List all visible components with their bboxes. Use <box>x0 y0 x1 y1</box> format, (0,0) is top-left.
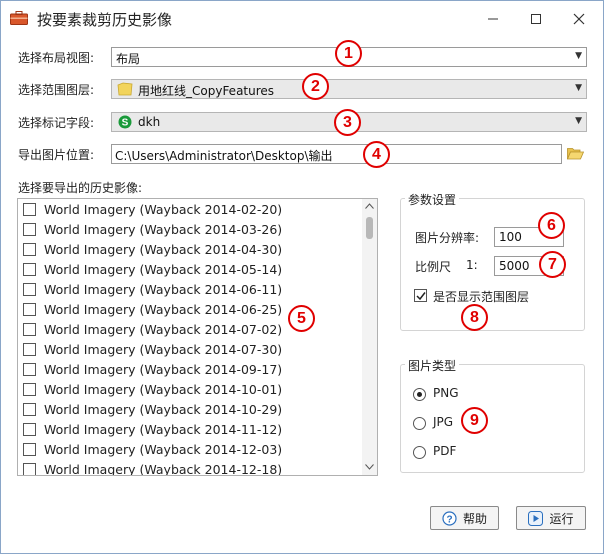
close-icon <box>573 13 585 25</box>
maximize-button[interactable] <box>524 7 548 31</box>
layout-view-label: 选择布局视图: <box>18 51 95 65</box>
checkbox[interactable] <box>23 403 36 416</box>
run-button-label: 运行 <box>549 511 574 526</box>
list-item[interactable]: World Imagery (Wayback 2014-05-14) <box>18 260 358 280</box>
radio-jpg-label: JPG <box>433 415 454 429</box>
export-path-value: C:\Users\Administrator\Desktop\输出 <box>115 149 333 163</box>
radio-png[interactable] <box>413 388 426 401</box>
list-item[interactable]: World Imagery (Wayback 2014-12-18) <box>18 460 358 475</box>
image-type-group-title: 图片类型 <box>405 357 460 374</box>
checkbox[interactable] <box>23 303 36 316</box>
imagery-list[interactable]: World Imagery (Wayback 2014-02-20) World… <box>17 198 378 476</box>
checkmark-icon <box>416 292 426 301</box>
window-title: 按要素裁剪历史影像 <box>37 11 173 29</box>
play-icon <box>528 510 544 526</box>
list-item[interactable]: World Imagery (Wayback 2014-10-29) <box>18 400 358 420</box>
radio-png-label: PNG <box>433 386 459 400</box>
resolution-value: 100 <box>499 230 522 244</box>
annotation-badge: 3 <box>334 109 361 136</box>
scale-label: 比例尺 <box>415 260 452 274</box>
checkbox[interactable] <box>23 343 36 356</box>
checkbox[interactable] <box>23 263 36 276</box>
close-button[interactable] <box>567 7 591 31</box>
dropdown-arrow-icon: ▼ <box>575 116 582 126</box>
layout-view-value: 布局 <box>116 52 141 66</box>
annotation-badge: 1 <box>335 40 362 67</box>
dialog-window: 按要素裁剪历史影像 选择布局视图: 布局 ▼ 选择范围图层: 用地红线_Copy… <box>0 0 604 554</box>
list-item[interactable]: World Imagery (Wayback 2014-09-17) <box>18 360 358 380</box>
scale-prefix: 1: <box>466 258 478 272</box>
title-bar: 按要素裁剪历史影像 <box>1 1 603 37</box>
list-item[interactable]: World Imagery (Wayback 2014-02-20) <box>18 200 358 220</box>
range-layer-value: 用地红线_CopyFeatures <box>138 84 275 98</box>
range-layer-select[interactable]: 用地红线_CopyFeatures ▼ <box>111 79 587 99</box>
range-layer-label: 选择范围图层: <box>18 83 95 97</box>
annotation-badge: 5 <box>288 305 315 332</box>
toolbox-icon <box>10 11 28 25</box>
annotation-badge: 4 <box>363 141 390 168</box>
folder-open-icon[interactable] <box>567 147 584 160</box>
radio-pdf-label: PDF <box>433 444 457 458</box>
list-item[interactable]: World Imagery (Wayback 2014-12-03) <box>18 440 358 460</box>
minimize-icon <box>488 18 498 20</box>
history-list-label: 选择要导出的历史影像: <box>18 181 143 195</box>
list-item[interactable]: World Imagery (Wayback 2014-07-30) <box>18 340 358 360</box>
show-range-label: 是否显示范围图层 <box>433 290 530 304</box>
show-range-checkbox[interactable] <box>414 289 427 302</box>
checkbox[interactable] <box>23 243 36 256</box>
list-item[interactable]: World Imagery (Wayback 2014-11-12) <box>18 420 358 440</box>
checkbox[interactable] <box>23 363 36 376</box>
annotation-badge: 9 <box>461 407 488 434</box>
scroll-down-icon[interactable] <box>365 464 374 470</box>
checkbox[interactable] <box>23 203 36 216</box>
maximize-icon <box>531 14 541 24</box>
radio-jpg[interactable] <box>413 417 426 430</box>
annotation-badge: 6 <box>538 212 565 239</box>
scale-value: 5000 <box>499 259 530 273</box>
minimize-button[interactable] <box>481 7 505 31</box>
checkbox[interactable] <box>23 463 36 475</box>
image-type-group <box>400 364 585 473</box>
mark-field-value: dkh <box>138 115 161 129</box>
resolution-label: 图片分辨率: <box>415 231 480 245</box>
checkbox[interactable] <box>23 443 36 456</box>
list-item[interactable]: World Imagery (Wayback 2014-03-26) <box>18 220 358 240</box>
help-icon: ? <box>442 510 457 526</box>
help-button-label: 帮助 <box>462 511 487 526</box>
svg-text:S: S <box>122 118 129 129</box>
dropdown-arrow-icon: ▼ <box>575 51 582 61</box>
dropdown-arrow-icon: ▼ <box>575 83 582 93</box>
list-item[interactable]: World Imagery (Wayback 2014-10-01) <box>18 380 358 400</box>
list-item[interactable]: World Imagery (Wayback 2014-06-11) <box>18 280 358 300</box>
scroll-up-icon[interactable] <box>365 203 374 209</box>
svg-text:?: ? <box>446 514 452 525</box>
annotation-badge: 2 <box>302 73 329 100</box>
mark-field-label: 选择标记字段: <box>18 116 95 130</box>
annotation-badge: 7 <box>539 251 566 278</box>
checkbox[interactable] <box>23 323 36 336</box>
export-path-label: 导出图片位置: <box>18 148 95 162</box>
checkbox[interactable] <box>23 223 36 236</box>
string-field-icon: S <box>118 115 132 129</box>
list-item[interactable]: World Imagery (Wayback 2014-04-30) <box>18 240 358 260</box>
annotation-badge: 8 <box>461 304 488 331</box>
radio-pdf[interactable] <box>413 446 426 459</box>
help-button[interactable]: ? 帮助 <box>430 506 499 530</box>
scroll-thumb[interactable] <box>366 217 373 239</box>
polygon-layer-icon <box>117 82 133 96</box>
run-button[interactable]: 运行 <box>516 506 586 530</box>
checkbox[interactable] <box>23 383 36 396</box>
list-scrollbar[interactable] <box>362 199 377 475</box>
params-group-title: 参数设置 <box>405 191 460 208</box>
checkbox[interactable] <box>23 423 36 436</box>
export-path-input[interactable]: C:\Users\Administrator\Desktop\输出 <box>111 144 562 164</box>
checkbox[interactable] <box>23 283 36 296</box>
